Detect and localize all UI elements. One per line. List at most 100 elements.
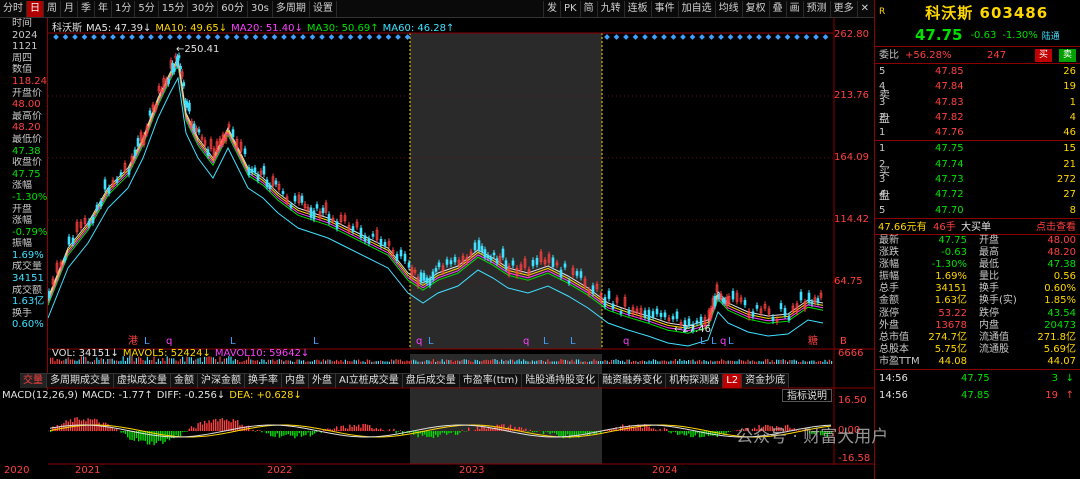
buy-button[interactable]: 买	[1034, 49, 1052, 62]
toolbar-button-3[interactable]: 九转	[596, 1, 624, 17]
toolbar-button-2[interactable]: 简	[579, 1, 597, 17]
indicator-help-button[interactable]: 指标说明	[782, 389, 832, 402]
period-tab-2[interactable]: 周	[44, 0, 61, 17]
volume-bar	[646, 361, 648, 364]
toolbar-button-6[interactable]: 加自选	[677, 1, 715, 17]
candle-body	[115, 178, 119, 183]
macd-bar	[201, 424, 204, 431]
volume-bar	[556, 361, 558, 364]
period-tab-4[interactable]: 季	[78, 0, 95, 17]
candle-body	[445, 259, 449, 265]
sell-level-3[interactable]: 3 47.83 1	[875, 95, 1080, 110]
candle-body	[695, 320, 699, 324]
volume-bar	[113, 360, 115, 364]
volume-bar	[311, 361, 313, 364]
volume-bar	[551, 361, 553, 364]
toolbar-button-0[interactable]: 发	[543, 1, 560, 17]
toolbar-button-5[interactable]: 事件	[650, 1, 678, 17]
indicator-tab-7[interactable]: 外盘	[309, 374, 336, 388]
candle-body	[67, 236, 71, 245]
toolbar-button-1[interactable]: PK	[560, 1, 580, 17]
volume-bar	[232, 360, 234, 364]
volume-bar	[347, 360, 349, 364]
buy-level-5[interactable]: 5 47.70 8	[875, 203, 1080, 218]
period-tab-3[interactable]: 月	[61, 0, 78, 17]
period-tab-5[interactable]: 年	[95, 0, 112, 17]
kline-chart-area[interactable]: ←250.41 ←27.46 港 Lq L Lq Lq L Lq L Lq L 糖 B 科沃斯 MA5: 4…	[2, 18, 874, 479]
volume-bar	[595, 360, 597, 364]
sell-level-2[interactable]: 2 47.82 4	[875, 110, 1080, 125]
volume-bar	[725, 361, 727, 364]
toolbar-button-13[interactable]: ✕	[856, 1, 872, 17]
period-tab-8[interactable]: 15分	[159, 0, 189, 17]
period-tab-1[interactable]: 日	[27, 0, 44, 17]
volume-bar	[828, 359, 830, 364]
candle-body	[495, 258, 499, 264]
volume-bar	[754, 361, 756, 364]
macd-bar	[397, 431, 399, 432]
big-order-link[interactable]: 点击查看	[1036, 219, 1076, 236]
sell-level-4[interactable]: 4 47.84 19	[875, 79, 1080, 94]
toolbar-button-11[interactable]: 预测	[802, 1, 830, 17]
indicator-tab-6[interactable]: 内盘	[282, 374, 309, 388]
period-tab-11[interactable]: 30s	[248, 0, 273, 17]
toolbar-button-10[interactable]: 画	[785, 1, 803, 17]
volume-bar	[274, 361, 276, 364]
volume-bar	[226, 358, 228, 364]
indicator-tab-1[interactable]: 多周期成交量	[47, 374, 114, 388]
volume-bar	[699, 359, 701, 364]
event-marker-icon	[784, 34, 791, 40]
event-marker-icon	[186, 34, 192, 40]
toolbar-button-12[interactable]: 更多	[829, 1, 857, 17]
volume-bar	[820, 360, 822, 364]
toolbar-button-8[interactable]: 复权	[741, 1, 769, 17]
indicator-tab-3[interactable]: 金额	[171, 374, 198, 388]
sell-button[interactable]: 卖	[1058, 49, 1076, 62]
indicator-tab-4[interactable]: 沪深金额	[198, 374, 245, 388]
buy-level-3[interactable]: 3 47.73 272	[875, 172, 1080, 187]
period-tab-12[interactable]: 多周期	[273, 0, 310, 17]
indicator-tab-13[interactable]: 机构探测器	[666, 374, 724, 388]
volume-bar	[54, 361, 56, 364]
indicator-tab-12[interactable]: 融资融券变化	[599, 374, 667, 388]
indicator-tab-14[interactable]: L2	[723, 374, 743, 388]
period-tab-9[interactable]: 30分	[188, 0, 219, 17]
volume-bar	[69, 359, 71, 364]
period-tab-13[interactable]: 设置	[310, 0, 337, 17]
buy-level-4[interactable]: 4 47.72 27	[875, 187, 1080, 202]
maLegend-item-3: MA20: 51.40↓	[231, 23, 303, 34]
buy-level-1[interactable]: 1 47.75 15	[875, 141, 1080, 156]
volume-bar	[483, 360, 485, 364]
period-tab-0[interactable]: 分时	[0, 0, 27, 17]
indicator-tab-0[interactable]: 交量	[20, 374, 47, 388]
indicator-tab-11[interactable]: 陆股通持股变化	[522, 374, 600, 388]
volume-bar	[771, 360, 773, 364]
indicator-tab-5[interactable]: 换手率	[245, 374, 282, 388]
period-tab-6[interactable]: 1分	[112, 0, 136, 17]
macd-bar	[375, 427, 377, 431]
period-tab-10[interactable]: 60分	[218, 0, 248, 17]
candle-body	[607, 290, 611, 299]
toolbar-button-4[interactable]: 连板	[623, 1, 651, 17]
candle-body	[579, 271, 583, 278]
indicator-tab-8[interactable]: AI立桩成交量	[336, 374, 403, 388]
macd-bar	[674, 431, 677, 433]
indicator-tab-9[interactable]: 盘后成交量	[403, 374, 460, 388]
stat-value-2: 271.8亿	[1037, 331, 1076, 343]
period-tab-7[interactable]: 5分	[135, 0, 159, 17]
volume-bar	[320, 361, 322, 364]
buy-level-2[interactable]: 2 47.74 21	[875, 157, 1080, 172]
toolbar-button-7[interactable]: 均线	[714, 1, 742, 17]
indicator-tab-15[interactable]: 资金抄底	[742, 374, 790, 388]
event-marker-icon	[176, 34, 183, 40]
indicator-tab-10[interactable]: 市盈率(ttm)	[460, 374, 523, 388]
sell-level-1[interactable]: 1 47.76 46	[875, 125, 1080, 140]
volume-bar	[450, 359, 452, 364]
sell-level-5[interactable]: 5 47.85 26	[875, 64, 1080, 79]
macd-bar	[305, 431, 307, 436]
volume-bar	[474, 359, 476, 364]
indicator-tab-2[interactable]: 虚拟成交量	[114, 374, 171, 388]
kline-svg[interactable]: ←250.41←27.46港 Lq L Lq Lq L Lq L Lq L 糖 B	[48, 18, 874, 479]
toolbar-button-9[interactable]: 叠	[768, 1, 786, 17]
candle-body	[419, 272, 423, 283]
